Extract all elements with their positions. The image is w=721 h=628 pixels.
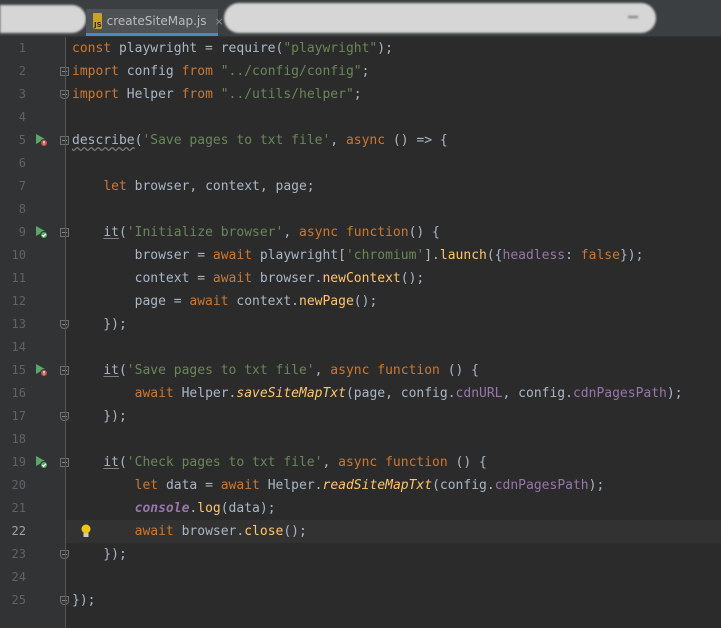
line-number: 20: [11, 478, 26, 492]
redacted-tab-left: [0, 5, 86, 33]
code-line[interactable]: let browser, context, page;: [72, 175, 314, 198]
line-number: 9: [18, 225, 26, 239]
line-number: 18: [11, 432, 26, 446]
tab-filename: createSiteMap.js: [106, 14, 207, 28]
code-line[interactable]: });: [72, 313, 127, 336]
code-line[interactable]: console.log(data);: [72, 497, 276, 520]
code-line[interactable]: const playwright = require("playwright")…: [72, 37, 393, 60]
code-line[interactable]: import config from "../config/config";: [72, 60, 369, 83]
code-line[interactable]: context = await browser.newContext();: [72, 267, 425, 290]
line-number: 11: [11, 271, 26, 285]
redacted-tab-right: [224, 3, 656, 33]
line-number: 8: [18, 202, 26, 216]
line-number: 16: [11, 386, 26, 400]
line-number: 13: [11, 317, 26, 331]
close-icon[interactable]: ×: [215, 15, 224, 28]
line-number: 4: [18, 110, 26, 124]
line-number: 3: [18, 87, 26, 101]
line-number: 15: [11, 363, 26, 377]
code-line[interactable]: import Helper from "../utils/helper";: [72, 83, 362, 106]
line-number: 21: [11, 501, 26, 515]
line-number: 23: [11, 547, 26, 561]
lightbulb-icon[interactable]: [80, 524, 92, 538]
code-line[interactable]: browser = await playwright['chromium'].l…: [72, 244, 644, 267]
js-file-icon: JS: [93, 13, 102, 29]
run-failed-icon[interactable]: [34, 363, 48, 377]
code-line[interactable]: await Helper.saveSiteMapTxt(page, config…: [72, 382, 683, 405]
code-line[interactable]: await browser.close();: [72, 520, 307, 543]
line-number: 5: [18, 133, 26, 147]
run-failed-icon[interactable]: [34, 133, 48, 147]
editor-tab-bar: JS createSiteMap.js ×: [0, 0, 721, 37]
code-line[interactable]: it('Save pages to txt file', async funct…: [72, 359, 479, 382]
line-number-gutter[interactable]: 1 2 3 4 5 6 7 8 9 10 11 12 13 14 15 16 17 18 19 20 21 22 23 24 2…: [0, 37, 69, 628]
tab-createsitemap[interactable]: JS createSiteMap.js ×: [86, 9, 224, 36]
line-number: 7: [18, 179, 26, 193]
line-number: 17: [11, 409, 26, 423]
line-number: 12: [11, 294, 26, 308]
line-number: 1: [18, 41, 26, 55]
line-number: 25: [11, 593, 26, 607]
line-number: 6: [18, 156, 26, 170]
code-line[interactable]: });: [72, 405, 127, 428]
code-line[interactable]: let data = await Helper.readSiteMapTxt(c…: [72, 474, 605, 497]
line-number: 22: [11, 524, 26, 538]
line-number: 14: [11, 340, 26, 354]
line-number: 24: [11, 570, 26, 584]
code-editor[interactable]: const playwright = require("playwright")…: [66, 37, 721, 628]
code-line[interactable]: });: [72, 589, 95, 612]
code-line[interactable]: it('Check pages to txt file', async func…: [72, 451, 487, 474]
code-line[interactable]: it('Initialize browser', async function(…: [72, 221, 440, 244]
active-tab-indicator: [86, 33, 218, 36]
line-number: 10: [11, 248, 26, 262]
line-number: 19: [11, 455, 26, 469]
code-line[interactable]: describe('Save pages to txt file', async…: [72, 129, 448, 152]
code-line[interactable]: });: [72, 543, 127, 566]
run-passed-icon[interactable]: [34, 225, 48, 239]
line-number: 2: [18, 64, 26, 78]
code-line[interactable]: page = await context.newPage();: [72, 290, 378, 313]
run-passed-icon[interactable]: [34, 455, 48, 469]
